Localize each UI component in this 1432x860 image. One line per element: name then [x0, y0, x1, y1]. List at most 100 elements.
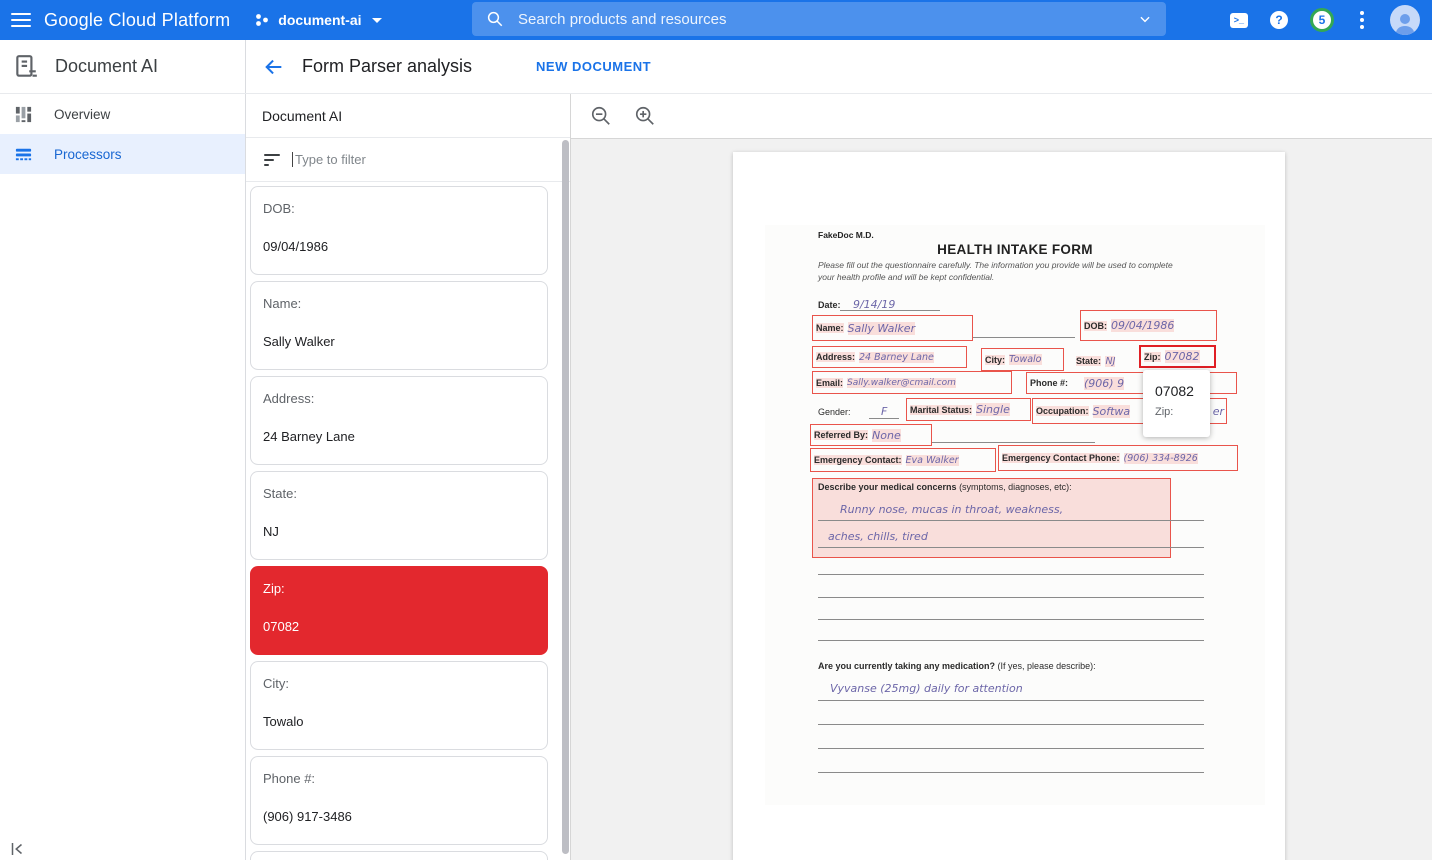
bbox-zip-selected[interactable]: Zip: 07082 [1139, 345, 1216, 368]
collapse-sidebar-icon[interactable] [8, 840, 26, 860]
document-page[interactable]: FakeDoc M.D. HEALTH INTAKE FORM Please f… [733, 152, 1285, 860]
filter-input[interactable] [292, 152, 512, 167]
preview-canvas[interactable]: FakeDoc M.D. HEALTH INTAKE FORM Please f… [571, 139, 1432, 860]
ruled-line [818, 711, 1204, 725]
field-card-city[interactable]: City: Towalo [250, 661, 548, 750]
caret-down-icon [372, 18, 382, 23]
brand-logo[interactable]: Google Cloud Platform [44, 10, 230, 31]
form-instructions-2: your health profile and will be kept con… [818, 272, 994, 282]
address-value: 24 Barney Lane [859, 352, 934, 363]
project-name: document-ai [278, 12, 361, 28]
field-card-address[interactable]: Address: 24 Barney Lane [250, 376, 548, 465]
address-label: Address: [816, 352, 855, 362]
name-label: Name: [816, 323, 844, 333]
field-card-phone[interactable]: Phone #: (906) 917-3486 [250, 756, 548, 845]
bbox-marital-status[interactable]: Marital Status: Single [906, 398, 1031, 421]
topbar-actions: >_ ? 5 [1230, 0, 1432, 40]
arrow-left-icon [263, 56, 285, 78]
page-header: Form Parser analysis NEW DOCUMENT [246, 40, 657, 93]
bbox-emergency-phone[interactable]: Emergency Contact Phone: (906) 334-8926 [998, 445, 1238, 471]
scanned-form: FakeDoc M.D. HEALTH INTAKE FORM Please f… [765, 225, 1265, 805]
gender-label: Gender: [818, 407, 851, 417]
emergency-phone-value: (906) 334-8926 [1124, 453, 1198, 464]
occupation-value: Softwa [1093, 405, 1131, 418]
bbox-email[interactable]: Email: Sally.walker@cmail.com [812, 371, 1012, 394]
ruled-line [818, 735, 1204, 749]
field-label: City: [263, 676, 535, 691]
new-document-button[interactable]: NEW DOCUMENT [530, 51, 657, 82]
help-icon[interactable]: ? [1270, 11, 1288, 29]
form-title: HEALTH INTAKE FORM [765, 242, 1265, 257]
city-value: Towalo [1009, 354, 1042, 365]
person-icon [1392, 11, 1418, 35]
bbox-emergency-contact[interactable]: Emergency Contact: Eva Walker [810, 448, 996, 472]
project-icon [254, 12, 270, 28]
email-value: Sally.walker@cmail.com [847, 378, 956, 388]
zoom-out-button[interactable] [589, 104, 613, 128]
ruled-line [818, 534, 1204, 548]
search-input[interactable] [518, 11, 1124, 28]
project-selector[interactable]: document-ai [254, 12, 381, 28]
tooltip-label: Zip: [1155, 406, 1210, 418]
field-card-list: DOB: 09/04/1986 Name: Sally Walker Addre… [246, 182, 570, 860]
bbox-address[interactable]: Address: 24 Barney Lane [812, 346, 967, 368]
extracted-fields-panel: Document AI DOB: 09/04/1986 Name: Sally … [246, 94, 571, 860]
product-title: Document AI [55, 56, 158, 77]
occupation-label: Occupation: [1036, 406, 1089, 416]
date-line [840, 297, 940, 311]
name-value: Sally Walker [848, 322, 916, 335]
menu-icon[interactable] [0, 0, 44, 40]
dob-label: DOB: [1084, 321, 1107, 331]
field-card-state[interactable]: State: NJ [250, 471, 548, 560]
form-instructions-1: Please fill out the questionnaire carefu… [818, 260, 1173, 270]
ruled-line [818, 561, 1204, 575]
field-card-name[interactable]: Name: Sally Walker [250, 281, 548, 370]
sidebar-item-processors[interactable]: Processors [0, 134, 245, 174]
back-button[interactable] [246, 56, 302, 78]
ruled-line [818, 759, 1204, 773]
field-value: 07082 [263, 619, 535, 634]
chevron-down-icon[interactable] [1138, 12, 1152, 26]
concerns-question-bold: Describe your medical concerns [818, 482, 957, 492]
app-header: Document AI Form Parser analysis NEW DOC… [0, 40, 1432, 94]
bbox-referred-by[interactable]: Referred By: None [810, 424, 932, 446]
bbox-name[interactable]: Name: Sally Walker [812, 315, 973, 341]
name-line [973, 324, 1075, 338]
account-avatar[interactable] [1390, 5, 1420, 35]
field-card-partial[interactable] [250, 851, 548, 860]
field-card-dob[interactable]: DOB: 09/04/1986 [250, 186, 548, 275]
field-label: DOB: [263, 201, 535, 216]
concerns-question-rest: (symptoms, diagnoses, etc): [957, 482, 1072, 492]
zip-value: 07082 [1165, 350, 1200, 363]
cloud-shell-icon[interactable]: >_ [1230, 13, 1248, 28]
document-ai-logo [13, 54, 39, 80]
filter-icon [264, 154, 280, 166]
bbox-city[interactable]: City: Towalo [981, 348, 1064, 371]
marital-label: Marital Status: [910, 405, 972, 415]
fields-scrollbar[interactable] [562, 140, 570, 854]
notifications-badge[interactable]: 5 [1310, 8, 1334, 32]
state-field[interactable]: State: NJ [1076, 351, 1115, 369]
emergency-contact-value: Eva Walker [906, 455, 959, 466]
sidebar-item-label: Overview [54, 107, 110, 122]
ruled-line [818, 584, 1204, 598]
field-value: (906) 917-3486 [263, 809, 535, 824]
field-label: Name: [263, 296, 535, 311]
sidebar-item-overview[interactable]: Overview [0, 94, 245, 134]
gender-field: Gender: F [818, 402, 899, 420]
referred-value: None [872, 429, 901, 442]
field-card-zip-selected[interactable]: Zip: 07082 [250, 566, 548, 655]
search-bar[interactable] [472, 2, 1166, 36]
bbox-dob[interactable]: DOB: 09/04/1986 [1080, 310, 1217, 341]
field-label: Phone #: [263, 771, 535, 786]
zoom-in-button[interactable] [633, 104, 657, 128]
phone-value: (906) 9 [1084, 377, 1124, 390]
scrollbar-thumb[interactable] [562, 140, 569, 854]
date-label: Date: [818, 300, 841, 310]
panel-title: Document AI [246, 94, 570, 138]
field-value: Sally Walker [263, 334, 535, 349]
field-value: 24 Barney Lane [263, 429, 535, 444]
more-options-icon[interactable] [1356, 11, 1368, 29]
state-value: NJ [1105, 356, 1115, 367]
tooltip-value: 07082 [1155, 383, 1210, 399]
